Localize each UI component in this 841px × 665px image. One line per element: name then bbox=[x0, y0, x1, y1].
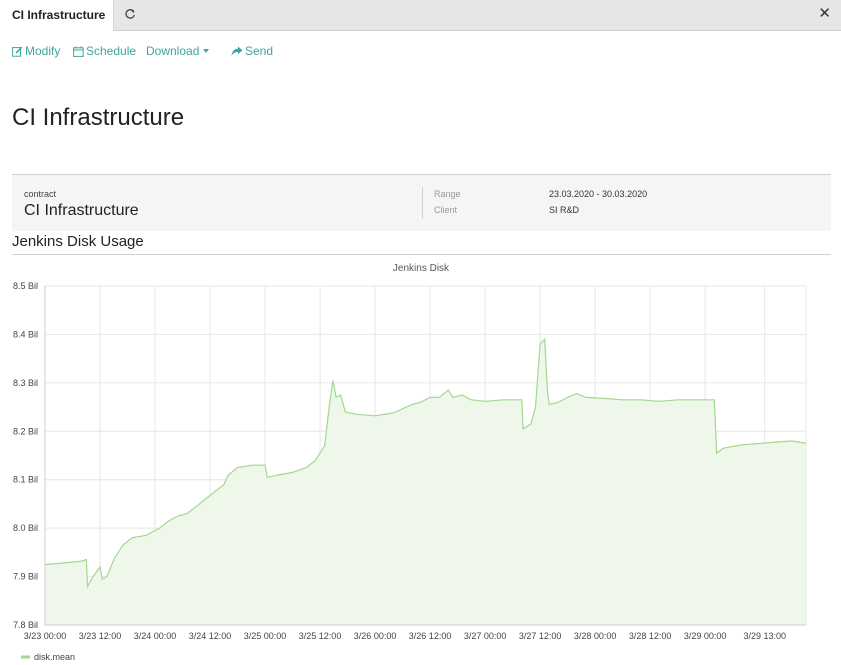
send-button[interactable]: Send bbox=[231, 44, 273, 58]
x-tick-label: 3/28 12:00 bbox=[629, 631, 672, 641]
series-area-disk-mean bbox=[45, 339, 806, 625]
section-title: Jenkins Disk Usage bbox=[12, 233, 144, 250]
y-tick-label: 8.0 Bil bbox=[13, 523, 38, 533]
x-tick-label: 3/29 13:00 bbox=[743, 631, 786, 641]
send-label: Send bbox=[245, 44, 274, 58]
chevron-down-icon bbox=[203, 49, 210, 53]
share-icon bbox=[231, 46, 243, 56]
y-tick-label: 8.4 Bil bbox=[13, 329, 38, 339]
schedule-label: Schedule bbox=[86, 44, 137, 58]
modify-button[interactable]: Modify bbox=[12, 44, 60, 58]
edit-icon bbox=[12, 46, 23, 57]
y-tick-label: 7.9 Bil bbox=[13, 572, 38, 582]
x-tick-label: 3/23 00:00 bbox=[24, 631, 67, 641]
x-tick-label: 3/25 12:00 bbox=[299, 631, 342, 641]
tab-bar: CI Infrastructure ✕ bbox=[0, 0, 841, 31]
contract-name: CI Infrastructure bbox=[24, 202, 139, 219]
download-label: Download bbox=[146, 44, 200, 58]
jenkins-disk-chart: Jenkins Disk 7.8 Bil 7.9 Bil 8.0 Bil 8.1 Bil… bbox=[13, 263, 807, 662]
y-tick-label: 8.3 Bil bbox=[13, 378, 38, 388]
page-title: CI Infrastructure bbox=[12, 104, 185, 131]
calendar-icon bbox=[73, 46, 84, 57]
tab-ci-infrastructure[interactable]: CI Infrastructure bbox=[0, 0, 114, 31]
x-tick-label: 3/25 00:00 bbox=[244, 631, 287, 641]
x-tick-label: 3/24 00:00 bbox=[134, 631, 177, 641]
contract-info-panel: contract CI Infrastructure Range 23.03.2… bbox=[12, 174, 831, 231]
x-tick-label: 3/23 12:00 bbox=[79, 631, 122, 641]
tab-label: CI Infrastructure bbox=[12, 8, 106, 22]
legend-label: disk.mean bbox=[34, 652, 75, 662]
y-tick-label: 8.2 Bil bbox=[13, 426, 38, 436]
x-tick-label: 3/24 12:00 bbox=[189, 631, 232, 641]
x-tick-label: 3/28 00:00 bbox=[574, 631, 617, 641]
x-tick-label: 3/26 00:00 bbox=[354, 631, 397, 641]
close-icon[interactable]: ✕ bbox=[818, 6, 831, 22]
refresh-icon[interactable] bbox=[124, 8, 138, 22]
client-label: Client bbox=[434, 205, 458, 215]
download-dropdown[interactable]: Download bbox=[146, 44, 210, 58]
chart-title: Jenkins Disk bbox=[393, 263, 450, 274]
range-label: Range bbox=[434, 189, 461, 199]
info-divider bbox=[422, 187, 423, 219]
y-tick-label: 8.5 Bil bbox=[13, 281, 38, 291]
range-value: 23.03.2020 - 30.03.2020 bbox=[549, 189, 648, 199]
contract-type-label: contract bbox=[24, 189, 57, 199]
client-value: SI R&D bbox=[549, 205, 580, 215]
x-tick-label: 3/29 00:00 bbox=[684, 631, 727, 641]
modify-label: Modify bbox=[25, 44, 61, 58]
schedule-button[interactable]: Schedule bbox=[73, 44, 136, 58]
y-tick-label: 7.8 Bil bbox=[13, 620, 38, 630]
x-tick-label: 3/26 12:00 bbox=[409, 631, 452, 641]
x-tick-label: 3/27 12:00 bbox=[519, 631, 562, 641]
y-tick-label: 8.1 Bil bbox=[13, 475, 38, 485]
x-tick-label: 3/27 00:00 bbox=[464, 631, 507, 641]
